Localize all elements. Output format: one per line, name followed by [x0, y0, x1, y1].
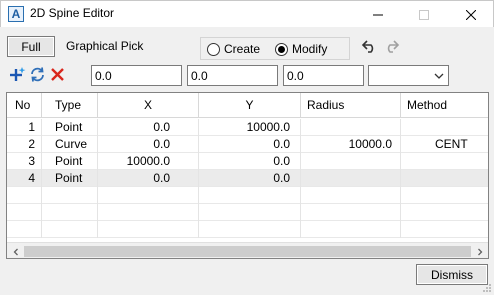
create-radio-dot[interactable] [207, 42, 220, 56]
column-header-y[interactable]: Y [199, 93, 301, 118]
close-button[interactable] [448, 1, 494, 28]
spine-table[interactable]: No Type X Y Radius Method 1 Point 0.0 10… [6, 92, 489, 259]
column-header-method[interactable]: Method [401, 93, 488, 118]
window-title: 2D Spine Editor [30, 6, 115, 20]
table-header: No Type X Y Radius Method [7, 93, 488, 118]
undo-button[interactable] [361, 37, 379, 55]
table-row[interactable]: 2 Curve 0.0 0.0 10000.0 CENT [7, 136, 488, 153]
cell-y: 0.0 [199, 170, 301, 187]
cell-radius [301, 119, 401, 136]
x-input[interactable] [91, 65, 182, 86]
title-bar: A 2D Spine Editor [0, 0, 494, 27]
table-body: 1 Point 0.0 10000.0 2 Curve 0.0 0.0 1000… [7, 119, 488, 238]
modify-radio-dot[interactable] [275, 42, 288, 56]
mode-radio-group: Create Modify [200, 37, 350, 60]
scroll-left-button[interactable] [7, 243, 24, 258]
undo-icon [361, 40, 374, 53]
refresh-button[interactable] [29, 66, 46, 83]
chevron-down-icon [434, 73, 444, 79]
cell-radius [301, 153, 401, 170]
refresh-icon [31, 67, 44, 82]
cell-y: 10000.0 [199, 119, 301, 136]
empty-row [7, 204, 488, 221]
horizontal-scrollbar[interactable] [7, 242, 488, 258]
cell-type: Curve [42, 136, 98, 153]
column-header-x[interactable]: X [98, 93, 199, 118]
cell-x: 0.0 [98, 119, 199, 136]
table-row[interactable]: 1 Point 0.0 10000.0 [7, 119, 488, 136]
close-icon [466, 9, 476, 20]
radius-input[interactable] [283, 65, 364, 86]
cell-radius: 10000.0 [301, 136, 401, 153]
scroll-left-arrow-icon [13, 248, 18, 255]
column-header-radius[interactable]: Radius [301, 93, 401, 118]
create-radio[interactable]: Create [207, 42, 260, 56]
scroll-right-arrow-icon [477, 248, 482, 255]
cell-type: Point [42, 153, 98, 170]
delete-button[interactable] [49, 66, 66, 83]
cell-x: 0.0 [98, 136, 199, 153]
app-logo-icon: A [8, 6, 24, 22]
add-point-icon [10, 67, 26, 81]
dismiss-button[interactable]: Dismiss [416, 264, 488, 285]
y-input[interactable] [187, 65, 278, 86]
resize-grip-icon[interactable] [482, 283, 492, 293]
cell-no: 2 [7, 136, 42, 153]
scroll-right-button[interactable] [471, 243, 488, 258]
cell-x: 0.0 [98, 170, 199, 187]
cell-no: 4 [7, 170, 42, 187]
modify-radio[interactable]: Modify [275, 42, 327, 56]
redo-button[interactable] [382, 37, 400, 55]
cell-method [401, 119, 488, 136]
scroll-thumb[interactable] [24, 246, 471, 257]
cell-radius [301, 170, 401, 187]
table-row[interactable]: 3 Point 10000.0 0.0 [7, 153, 488, 170]
column-header-no[interactable]: No [7, 93, 42, 118]
maximize-button[interactable] [401, 1, 447, 28]
cell-x: 10000.0 [98, 153, 199, 170]
table-row-selected[interactable]: 4 Point 0.0 0.0 [7, 170, 488, 187]
full-button[interactable]: Full [7, 36, 55, 57]
cell-method [401, 153, 488, 170]
add-point-button[interactable] [9, 66, 26, 83]
column-header-type[interactable]: Type [42, 93, 98, 118]
graphical-pick-label: Graphical Pick [66, 39, 144, 53]
empty-row [7, 187, 488, 204]
redo-icon [387, 40, 400, 53]
empty-row [7, 221, 488, 238]
minimize-icon [373, 14, 383, 15]
cell-method [401, 170, 488, 187]
minimize-button[interactable] [355, 1, 401, 28]
delete-x-icon [51, 68, 64, 81]
maximize-icon [419, 9, 429, 20]
cell-no: 1 [7, 119, 42, 136]
cell-method: CENT [435, 137, 468, 151]
method-dropdown[interactable] [368, 65, 449, 86]
create-radio-label: Create [224, 42, 261, 56]
cell-type: Point [42, 170, 98, 187]
cell-y: 0.0 [199, 136, 301, 153]
modify-radio-label: Modify [292, 42, 328, 56]
cell-no: 3 [7, 153, 42, 170]
cell-type: Point [42, 119, 98, 136]
cell-y: 0.0 [199, 153, 301, 170]
